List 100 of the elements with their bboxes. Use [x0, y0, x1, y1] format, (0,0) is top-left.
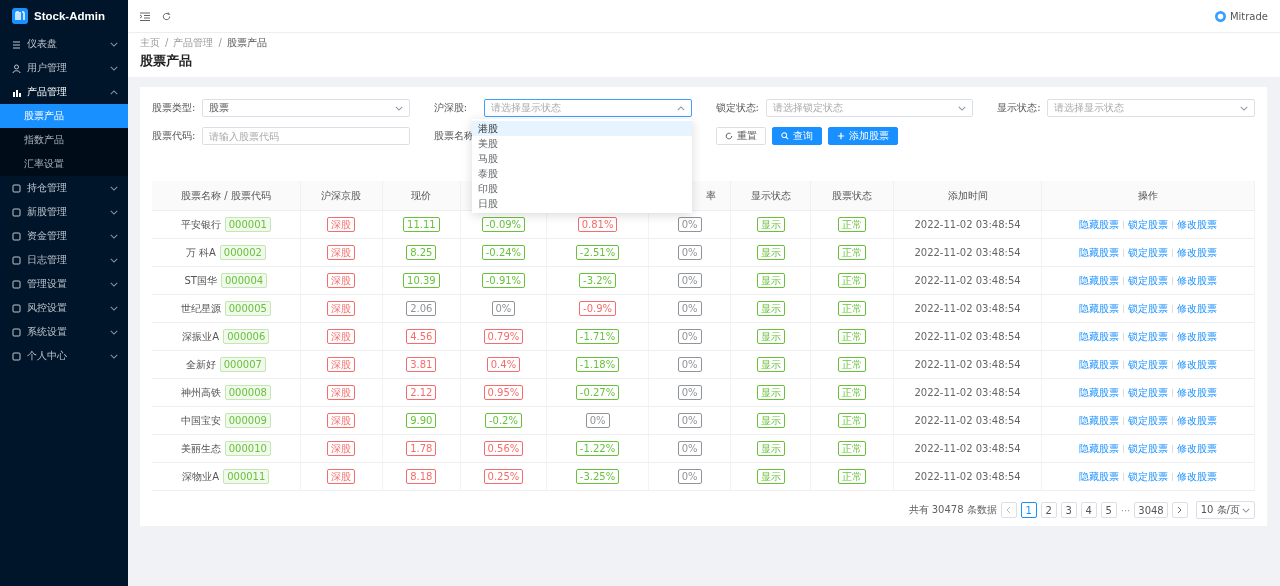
action-link[interactable]: 锁定股票 [1127, 301, 1168, 316]
code-tag: 000005 [224, 301, 271, 316]
page-button[interactable]: 3048 [1134, 502, 1168, 518]
menu-item[interactable]: 个人中心 [0, 344, 128, 368]
value-tag: -3.2% [579, 273, 617, 288]
value-tag: 4.56 [406, 329, 437, 344]
value-tag: 深股 [327, 357, 356, 372]
value-tag: 深股 [327, 329, 356, 344]
submenu-item[interactable]: 指数产品 [0, 128, 128, 152]
menu-item[interactable]: 持仓管理 [0, 176, 128, 200]
page-title: 股票产品 [140, 53, 193, 69]
action-link[interactable]: 修改股票 [1176, 357, 1217, 372]
action-link[interactable]: 锁定股票 [1127, 469, 1168, 484]
square-icon [12, 351, 21, 361]
action-link[interactable]: 隐藏股票 [1078, 217, 1119, 232]
breadcrumb-link[interactable]: 股票产品 [226, 37, 267, 49]
value-tag: 0% [677, 273, 702, 288]
action-link[interactable]: 修改股票 [1176, 329, 1217, 344]
breadcrumb-link[interactable]: 产品管理 [173, 37, 214, 49]
code-tag: 000002 [219, 245, 266, 260]
action-link[interactable]: 隐藏股票 [1078, 273, 1119, 288]
value-tag: 1.78 [406, 441, 437, 456]
action-link[interactable]: 修改股票 [1176, 273, 1217, 288]
action-link[interactable]: 隐藏股票 [1078, 357, 1119, 372]
menu-item[interactable]: 风控设置 [0, 296, 128, 320]
select-field[interactable]: 请选择锁定状态 [765, 99, 974, 117]
value-tag: 0% [677, 441, 702, 456]
menu-item[interactable]: 管理设置 [0, 272, 128, 296]
menu-item[interactable]: 用户管理 [0, 56, 128, 80]
next-page-button[interactable] [1171, 502, 1188, 518]
ellipsis[interactable]: ··· [1120, 504, 1131, 516]
menu-item[interactable]: 产品管理 [0, 80, 128, 104]
action-link[interactable]: 锁定股票 [1127, 413, 1168, 428]
chevron-icon [394, 105, 403, 111]
action-link[interactable]: 修改股票 [1176, 469, 1217, 484]
action-link[interactable]: 修改股票 [1176, 245, 1217, 260]
breadcrumb-link[interactable]: 主页 [140, 37, 160, 49]
square-icon [12, 231, 21, 241]
menu-item[interactable]: 新股管理 [0, 200, 128, 224]
dropdown-option[interactable]: 泰股 [471, 166, 692, 181]
menu-item[interactable]: 日志管理 [0, 248, 128, 272]
dropdown-option[interactable]: 马股 [471, 151, 692, 166]
page-button[interactable]: 5 [1100, 502, 1117, 518]
action-link[interactable]: 隐藏股票 [1078, 245, 1119, 260]
submenu-item[interactable]: 股票产品 [0, 104, 128, 128]
chevron-right-icon [1177, 506, 1183, 514]
action-link[interactable]: 锁定股票 [1127, 385, 1168, 400]
menu-item[interactable]: 仪表盘 [0, 32, 128, 56]
prev-page-button[interactable] [1000, 502, 1017, 518]
dropdown-option[interactable]: 印股 [471, 181, 692, 196]
submenu-item[interactable]: 汇率设置 [0, 152, 128, 176]
select-field[interactable]: 请选择显示状态 [483, 99, 692, 117]
action-link[interactable]: 隐藏股票 [1078, 329, 1119, 344]
action-link[interactable]: 锁定股票 [1127, 357, 1168, 372]
page-button[interactable]: 1 [1020, 502, 1037, 518]
value-tag: 正常 [838, 413, 867, 428]
dropdown-option[interactable]: 日股 [471, 196, 692, 211]
action-link[interactable]: 锁定股票 [1127, 441, 1168, 456]
action-link[interactable]: 锁定股票 [1127, 245, 1168, 260]
action-link[interactable]: 隐藏股票 [1078, 441, 1119, 456]
reset-button[interactable]: 重置 [715, 127, 766, 145]
action-link[interactable]: 锁定股票 [1127, 273, 1168, 288]
menu-item[interactable]: 系统设置 [0, 320, 128, 344]
dropdown-option[interactable]: 美股 [471, 136, 692, 151]
add-button[interactable]: 添加股票 [827, 127, 898, 145]
action-link[interactable]: 修改股票 [1176, 441, 1217, 456]
column-header: 率 [706, 189, 717, 201]
action-link[interactable]: 隐藏股票 [1078, 385, 1119, 400]
page-button[interactable]: 2 [1040, 502, 1057, 518]
search-button[interactable]: 查询 [771, 127, 822, 145]
select-field[interactable]: 请选择显示状态 [1047, 99, 1255, 117]
action-link[interactable]: 锁定股票 [1127, 329, 1168, 344]
input-field[interactable]: 请输入股票代码 [202, 127, 410, 145]
action-link[interactable]: 修改股票 [1176, 217, 1217, 232]
user-name[interactable]: Mitrade [1229, 10, 1268, 22]
value-tag: 正常 [838, 301, 867, 316]
value-tag: 显示 [756, 273, 785, 288]
time-text: 2022-11-02 03:48:54 [914, 331, 1021, 342]
page-size-select[interactable]: 10 条/页 [1195, 501, 1255, 519]
page-button[interactable]: 4 [1080, 502, 1097, 518]
chart-icon [12, 87, 21, 97]
value-tag: -2.51% [575, 245, 620, 260]
value-tag: 0.25% [483, 469, 524, 484]
field-label: 锁定状态: [715, 101, 760, 115]
value-tag: 2.12 [406, 385, 437, 400]
action-link[interactable]: 隐藏股票 [1078, 301, 1119, 316]
dropdown-option[interactable]: 港股 [471, 121, 692, 136]
select-field[interactable]: 股票 [202, 99, 410, 117]
menu-item[interactable]: 资金管理 [0, 224, 128, 248]
action-link[interactable]: 修改股票 [1176, 413, 1217, 428]
action-link[interactable]: 修改股票 [1176, 301, 1217, 316]
avatar-icon[interactable] [1214, 10, 1226, 22]
menu-icon[interactable] [140, 11, 150, 21]
page-button[interactable]: 3 [1060, 502, 1077, 518]
action-link[interactable]: 锁定股票 [1127, 217, 1168, 232]
action-link[interactable]: 隐藏股票 [1078, 469, 1119, 484]
refresh-icon[interactable] [162, 11, 171, 21]
action-link[interactable]: 修改股票 [1176, 385, 1217, 400]
time-text: 2022-11-02 03:48:54 [914, 219, 1021, 230]
action-link[interactable]: 隐藏股票 [1078, 413, 1119, 428]
